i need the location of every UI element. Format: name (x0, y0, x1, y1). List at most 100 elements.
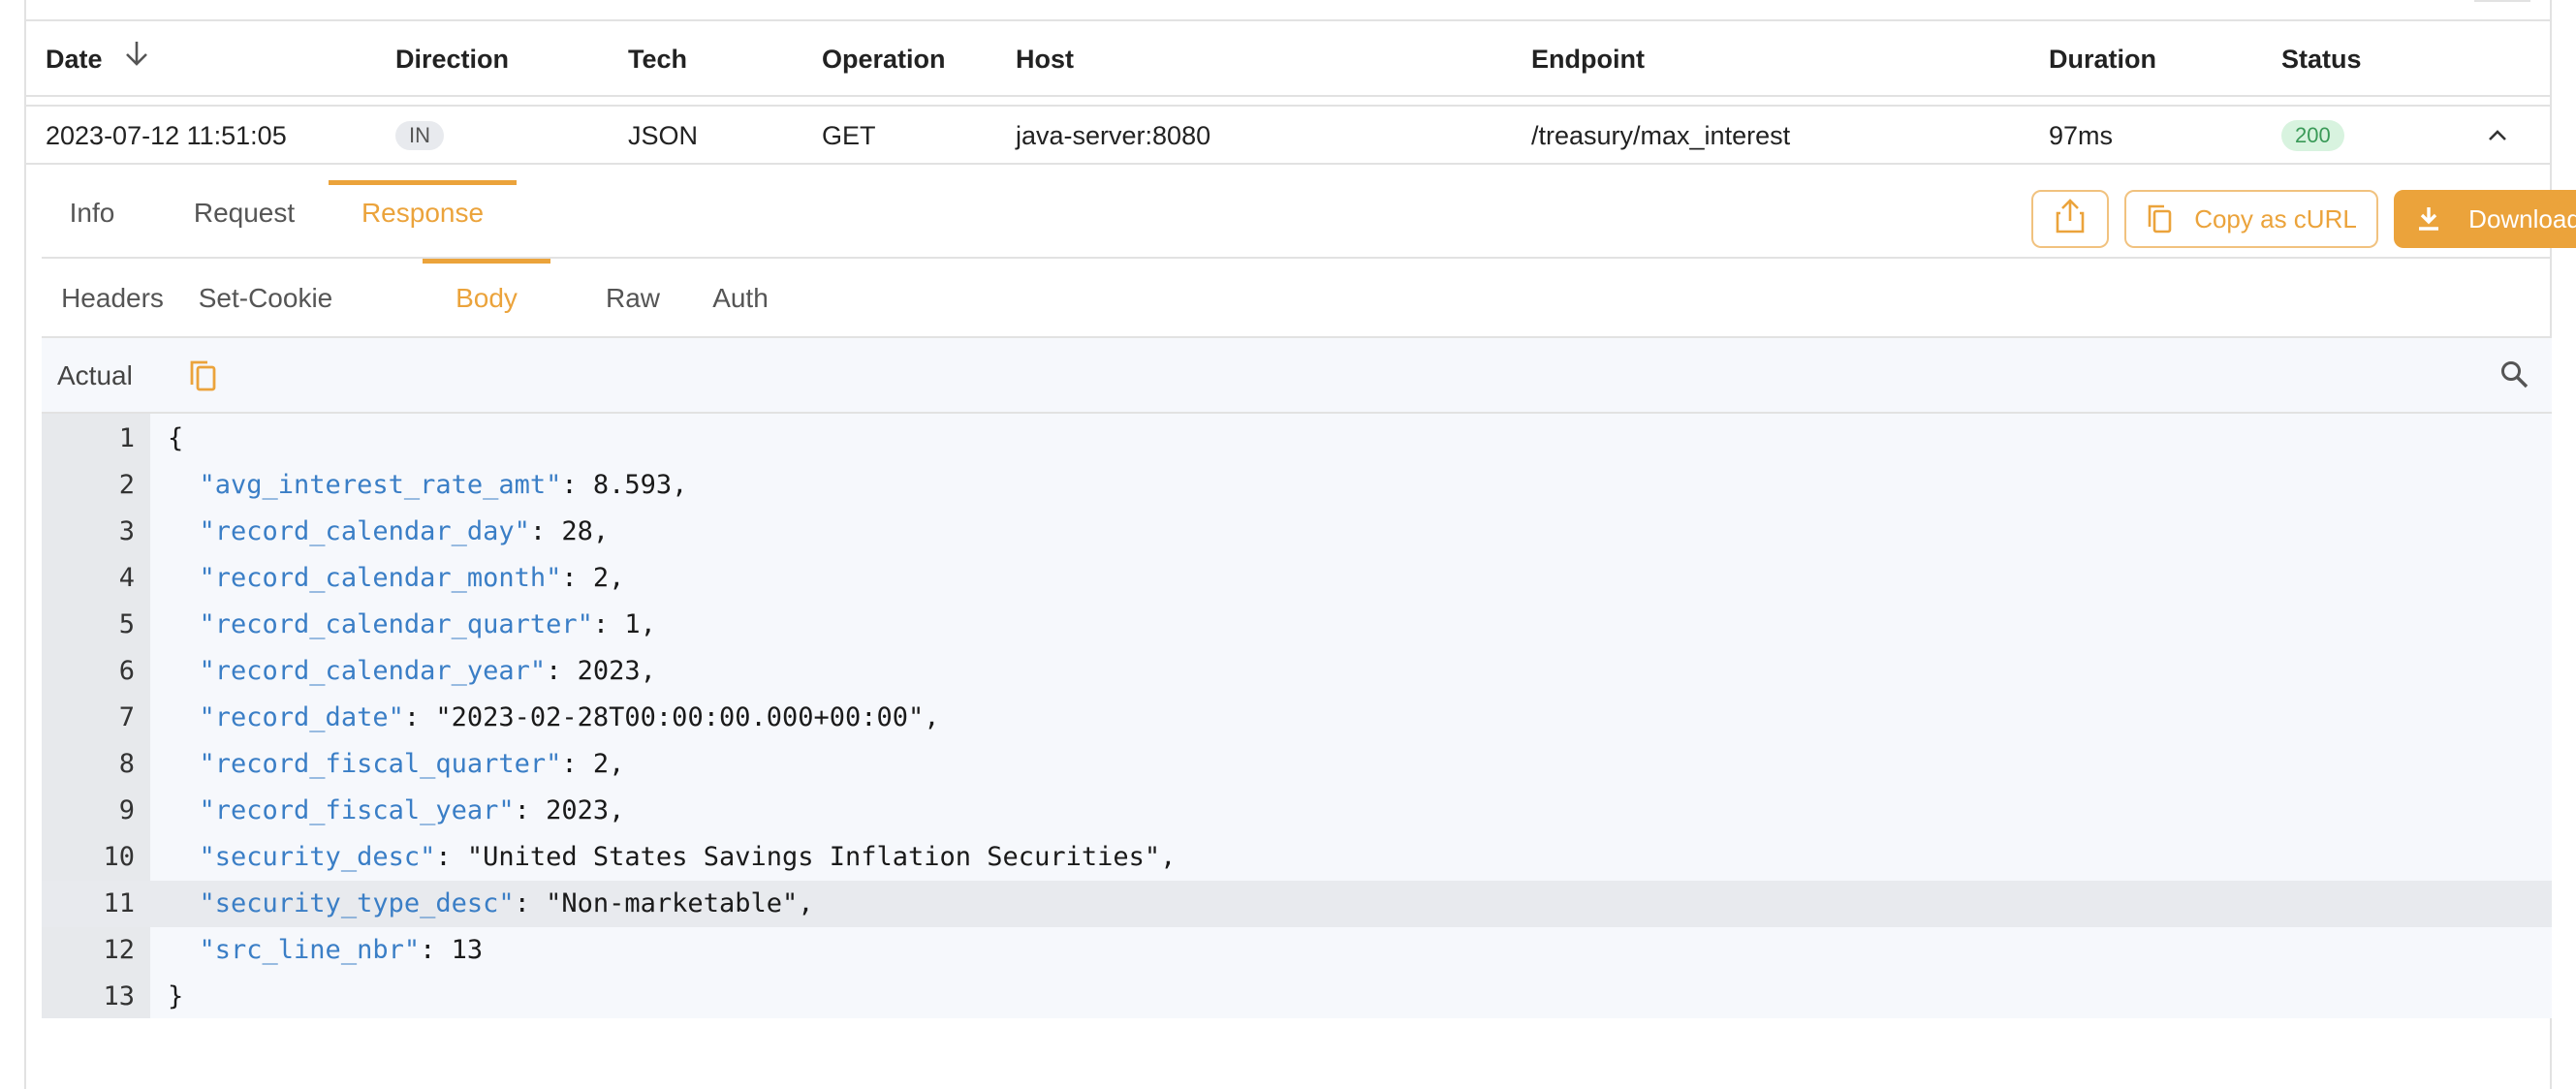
row-host: java-server:8080 (1016, 121, 1211, 150)
copy-body-icon[interactable] (187, 359, 218, 397)
row-duration: 97ms (2049, 121, 2114, 150)
line-number: 4 (118, 563, 135, 593)
code-plain (168, 470, 200, 500)
code-line: 11 "security_type_desc": "Non-marketable… (42, 881, 2552, 927)
json-value: : 2, (561, 563, 625, 593)
column-header-direction[interactable]: Direction (395, 21, 509, 97)
code-text: { (168, 416, 183, 462)
code-plain (168, 749, 200, 779)
code-line: 10 "security_desc": "United States Savin… (42, 834, 2552, 881)
column-header-endpoint[interactable]: Endpoint (1531, 21, 1645, 97)
column-header-date-label: Date (46, 45, 103, 74)
json-value: : 2023, (546, 656, 656, 686)
json-key: "security_type_desc" (199, 888, 515, 918)
code-text: "record_calendar_year": 2023, (168, 648, 656, 695)
code-line: 5 "record_calendar_quarter": 1, (42, 602, 2552, 648)
tab-auth[interactable]: Auth (697, 259, 784, 336)
code-text: "record_calendar_month": 2, (168, 555, 625, 602)
table-row[interactable]: 2023-07-12 11:51:05 IN JSON GET java-ser… (26, 105, 2550, 165)
column-header-host[interactable]: Host (1016, 21, 1074, 97)
code-text: "src_line_nbr": 13 (168, 927, 484, 974)
chevron-up-icon[interactable] (2486, 124, 2509, 152)
sort-down-arrow-icon[interactable] (124, 21, 149, 97)
column-header-operation[interactable]: Operation (822, 21, 946, 97)
code-plain: } (168, 981, 184, 1011)
line-number: 8 (118, 749, 135, 779)
tab-headers[interactable]: Headers (55, 259, 170, 336)
code-plain (168, 609, 200, 639)
actual-label: Actual (57, 360, 133, 390)
json-key: "record_date" (199, 702, 404, 732)
download-label: Download (2468, 203, 2576, 233)
copy-as-curl-button[interactable]: Copy as cURL (2124, 190, 2378, 248)
line-number: 5 (118, 609, 135, 639)
line-number: 3 (118, 516, 135, 546)
json-key: "record_calendar_quarter" (199, 609, 593, 639)
column-header-status[interactable]: Status (2281, 21, 2362, 97)
tab-info[interactable]: Info (55, 165, 129, 257)
body-toolbar: Actual (42, 338, 2552, 414)
table-header: Date Direction Tech Operation Host Endpo… (26, 21, 2550, 97)
download-button[interactable]: Download (2394, 190, 2576, 248)
response-body-editor[interactable]: 1{2 "avg_interest_rate_amt": 8.593, 3 "re… (42, 414, 2552, 1018)
request-log-panel: Date Direction Tech Operation Host Endpo… (24, 0, 2576, 1089)
code-line: 13} (42, 974, 2552, 1020)
json-value: : "United States Savings Inflation Secur… (435, 842, 1177, 872)
code-text: "security_type_desc": "Non-marketable", (168, 881, 814, 927)
json-key: "record_fiscal_year" (199, 795, 515, 825)
code-plain (168, 516, 200, 546)
code-text: "record_calendar_day": 28, (168, 509, 610, 555)
code-line: 9 "record_fiscal_year": 2023, (42, 788, 2552, 834)
code-plain (168, 563, 200, 593)
code-line: 3 "record_calendar_day": 28, (42, 509, 2552, 555)
code-plain: { (168, 423, 184, 453)
json-key: "src_line_nbr" (199, 935, 421, 965)
code-line: 8 "record_fiscal_quarter": 2, (42, 741, 2552, 788)
top-edge-button (2474, 0, 2530, 2)
tab-raw[interactable]: Raw (594, 259, 672, 336)
code-line: 12 "src_line_nbr": 13 (42, 927, 2552, 974)
line-number: 6 (118, 656, 135, 686)
column-header-duration[interactable]: Duration (2049, 21, 2156, 97)
json-value: : 1, (592, 609, 656, 639)
copy-icon (2146, 203, 2194, 234)
column-header-tech[interactable]: Tech (628, 21, 687, 97)
row-endpoint: /treasury/max_interest (1531, 121, 1791, 150)
json-key: "security_desc" (199, 842, 436, 872)
line-number: 13 (103, 981, 135, 1011)
json-value: : 2023, (514, 795, 625, 825)
status-badge: 200 (2281, 119, 2344, 151)
sub-tabs: Headers Set-Cookie Body Raw Auth (42, 259, 2552, 338)
code-plain (168, 656, 200, 686)
column-header-date[interactable]: Date (46, 21, 149, 97)
row-tech: JSON (628, 121, 699, 150)
code-text: "avg_interest_rate_amt": 8.593, (168, 462, 688, 509)
json-key: "record_fiscal_quarter" (199, 749, 562, 779)
code-plain (168, 888, 200, 918)
json-value: : 8.593, (561, 470, 688, 500)
json-value: : 13 (420, 935, 484, 965)
row-date: 2023-07-12 11:51:05 (46, 121, 287, 150)
tab-set-cookie[interactable]: Set-Cookie (185, 259, 346, 336)
direction-badge: IN (395, 120, 444, 150)
copy-as-curl-label: Copy as cURL (2194, 203, 2357, 233)
json-key: "record_calendar_year" (199, 656, 547, 686)
line-number: 2 (118, 470, 135, 500)
search-icon[interactable] (2499, 359, 2530, 395)
download-icon (2416, 205, 2468, 233)
row-direction: IN (395, 107, 444, 165)
code-text: } (168, 974, 183, 1020)
code-line: 2 "avg_interest_rate_amt": 8.593, (42, 462, 2552, 509)
code-line: 4 "record_calendar_month": 2, (42, 555, 2552, 602)
tab-request[interactable]: Request (183, 165, 305, 257)
row-operation: GET (822, 121, 876, 150)
code-plain (168, 935, 200, 965)
row-detail-panel: Info Request Response Copy as cURL Downl… (42, 165, 2576, 1018)
json-key: "record_calendar_day" (199, 516, 530, 546)
tab-body[interactable]: Body (423, 259, 550, 336)
code-line: 1{ (42, 416, 2552, 462)
share-button[interactable] (2031, 190, 2109, 248)
json-value: : 2, (561, 749, 625, 779)
json-key: "avg_interest_rate_amt" (199, 470, 562, 500)
tab-response[interactable]: Response (329, 165, 517, 257)
